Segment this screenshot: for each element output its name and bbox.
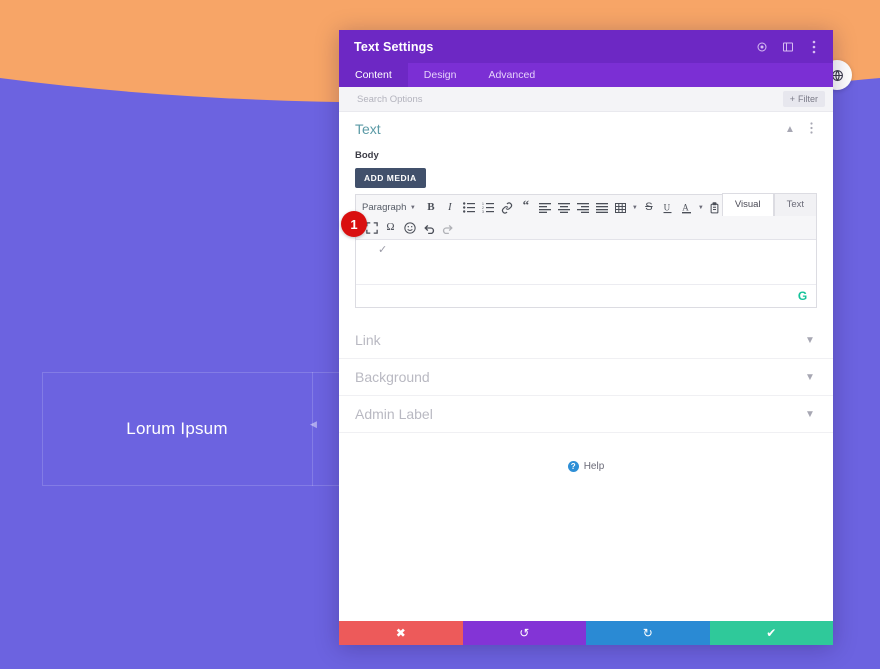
italic-icon[interactable]: I bbox=[440, 199, 459, 216]
filter-button-label: Filter bbox=[798, 94, 818, 104]
editor-toolbar-row-2: Ω bbox=[362, 219, 810, 236]
save-button[interactable]: ✔ bbox=[709, 621, 833, 645]
grammarly-icon[interactable]: G bbox=[795, 289, 810, 304]
text-settings-modal: Text Settings Content Design Advanced Se… bbox=[339, 30, 833, 645]
filter-button[interactable]: + Filter bbox=[782, 91, 825, 107]
numbered-list-icon[interactable]: 123 bbox=[478, 199, 497, 216]
section-title-admin-label: Admin Label bbox=[355, 406, 433, 422]
emoji-icon[interactable] bbox=[400, 219, 419, 236]
modal-titlebar: Text Settings bbox=[339, 30, 833, 63]
chevron-down-icon[interactable]: ▼ bbox=[803, 409, 817, 420]
plus-icon: + bbox=[789, 94, 795, 104]
check-icon: ✔ bbox=[766, 626, 777, 640]
section-kebab-icon[interactable] bbox=[805, 121, 817, 137]
tab-visual[interactable]: Visual bbox=[721, 193, 774, 216]
svg-text:U: U bbox=[664, 202, 671, 212]
editor-mode-tabs: Visual Text bbox=[721, 193, 817, 216]
align-center-icon[interactable] bbox=[554, 199, 573, 216]
hero-column-handle[interactable]: ◀ bbox=[310, 419, 317, 430]
bold-icon[interactable]: B bbox=[421, 199, 440, 216]
blockquote-icon[interactable]: “ bbox=[516, 197, 535, 219]
modal-title: Text Settings bbox=[354, 39, 434, 54]
tab-advanced[interactable]: Advanced bbox=[472, 63, 551, 87]
chevron-down-icon[interactable]: ▼ bbox=[803, 335, 817, 346]
titlebar-icon-group bbox=[755, 40, 821, 54]
chevron-down-icon: ▼ bbox=[409, 204, 416, 211]
table-icon[interactable] bbox=[611, 199, 630, 216]
align-left-icon[interactable] bbox=[535, 199, 554, 216]
redo-icon: ↻ bbox=[642, 626, 653, 640]
text-color-chevron-down-icon[interactable]: ▼ bbox=[696, 199, 705, 216]
undo-icon: ↺ bbox=[519, 626, 530, 640]
modal-tab-bar: Content Design Advanced bbox=[339, 63, 833, 87]
section-header-text[interactable]: Text ▲ bbox=[339, 112, 833, 146]
undo-button[interactable]: ↺ bbox=[462, 621, 586, 645]
table-chevron-down-icon[interactable]: ▼ bbox=[630, 199, 639, 216]
modal-body: Text ▲ Body ADD MEDIA Visual Text Paragr… bbox=[339, 112, 833, 621]
tab-text[interactable]: Text bbox=[773, 193, 817, 216]
underline-icon[interactable]: U bbox=[658, 199, 677, 216]
search-options-row: + Filter bbox=[339, 87, 833, 112]
undo-icon[interactable] bbox=[419, 219, 438, 236]
question-mark-icon: ? bbox=[567, 461, 579, 472]
close-icon: ✖ bbox=[395, 626, 406, 640]
editor-status-bar: G bbox=[356, 284, 816, 307]
kebab-menu-icon[interactable] bbox=[807, 40, 821, 54]
section-title-link: Link bbox=[355, 332, 381, 348]
section-title-background: Background bbox=[355, 369, 430, 385]
search-input[interactable] bbox=[355, 92, 783, 106]
redo-button[interactable]: ↻ bbox=[586, 621, 710, 645]
panel-layout-icon[interactable] bbox=[781, 40, 795, 54]
svg-text:A: A bbox=[683, 202, 690, 212]
discard-button[interactable]: ✖ bbox=[339, 621, 463, 645]
bulleted-list-icon[interactable] bbox=[459, 199, 478, 216]
paragraph-format-label: Paragraph bbox=[362, 202, 407, 213]
text-cursor-icon: ✓ bbox=[378, 244, 388, 256]
add-media-button[interactable]: ADD MEDIA bbox=[355, 168, 426, 188]
wysiwyg-editor: Visual Text Paragraph ▼ B I 1 2 3 “ ▼ S … bbox=[355, 193, 817, 308]
section-header-admin-label[interactable]: Admin Label ▼ bbox=[339, 396, 833, 433]
tab-content[interactable]: Content bbox=[339, 63, 408, 87]
help-link-label[interactable]: Help bbox=[584, 461, 605, 472]
modal-footer: ✖ ↺ ↻ ✔ bbox=[339, 621, 833, 645]
editor-content-area[interactable]: ✓ bbox=[356, 240, 816, 284]
text-color-icon[interactable]: A bbox=[677, 199, 696, 216]
chevron-up-icon[interactable]: ▲ bbox=[783, 124, 797, 135]
strikethrough-icon[interactable]: S bbox=[639, 199, 658, 216]
tab-design[interactable]: Design bbox=[408, 63, 473, 87]
paragraph-format-select[interactable]: Paragraph ▼ bbox=[362, 199, 417, 216]
section-title-text: Text bbox=[355, 121, 381, 137]
align-right-icon[interactable] bbox=[573, 199, 592, 216]
align-justify-icon[interactable] bbox=[592, 199, 611, 216]
section-header-link[interactable]: Link ▼ bbox=[339, 322, 833, 359]
svg-text:3: 3 bbox=[482, 210, 484, 213]
chevron-down-icon[interactable]: ▼ bbox=[803, 372, 817, 383]
link-icon[interactable] bbox=[497, 199, 516, 216]
help-row[interactable]: ? Help bbox=[339, 461, 833, 472]
step-badge-1: 1 bbox=[341, 211, 367, 237]
section-header-background[interactable]: Background ▼ bbox=[339, 359, 833, 396]
hero-heading: Lorum Ipsum bbox=[126, 419, 228, 438]
special-character-icon[interactable]: Ω bbox=[381, 219, 400, 236]
redo-icon[interactable] bbox=[438, 219, 457, 236]
body-field-label: Body bbox=[355, 150, 379, 161]
target-icon[interactable] bbox=[755, 40, 769, 54]
